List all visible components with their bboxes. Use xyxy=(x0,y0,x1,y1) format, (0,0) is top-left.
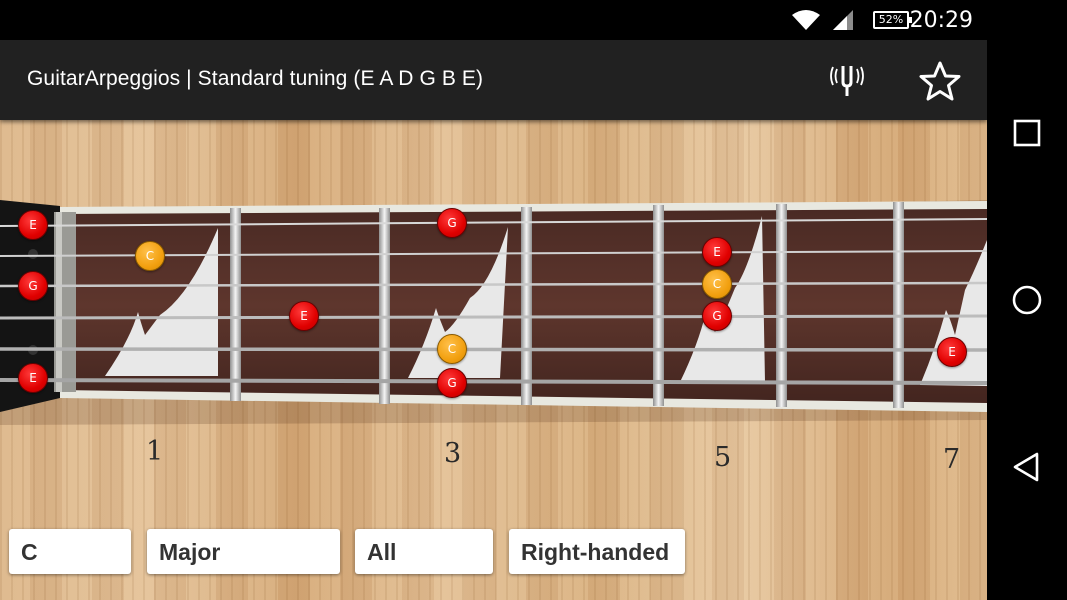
root-note-select[interactable]: C xyxy=(9,529,131,574)
note-marker[interactable]: E xyxy=(18,210,48,240)
note-marker[interactable]: E xyxy=(18,363,48,393)
star-outline-icon[interactable] xyxy=(918,60,962,102)
fret-number-5: 5 xyxy=(714,442,732,473)
guitar-neck xyxy=(0,200,987,425)
cell-signal-icon xyxy=(833,10,853,30)
note-marker[interactable]: E xyxy=(289,301,319,331)
status-bar: 52% 20:29 xyxy=(0,0,987,40)
chord-type-select[interactable]: Major xyxy=(147,529,340,574)
tuning-fork-icon[interactable] xyxy=(826,60,868,102)
note-marker[interactable]: G xyxy=(18,271,48,301)
root-note-marker[interactable]: C xyxy=(437,334,467,364)
page-title: GuitarArpeggios | Standard tuning (E A D… xyxy=(27,67,484,90)
app-bar: GuitarArpeggios | Standard tuning (E A D… xyxy=(0,40,987,120)
navigation-bar xyxy=(987,0,1067,600)
fretboard-area[interactable]: 1 3 5 7 E G E C E G C G E C G E C Major … xyxy=(0,120,987,600)
note-marker[interactable]: E xyxy=(702,237,732,267)
note-marker[interactable]: G xyxy=(437,208,467,238)
note-marker[interactable]: G xyxy=(437,368,467,398)
clock: 20:29 xyxy=(909,8,973,33)
battery-indicator: 52% xyxy=(873,11,912,29)
wifi-icon xyxy=(792,10,820,30)
position-select[interactable]: All xyxy=(355,529,493,574)
square-recents-icon[interactable] xyxy=(1007,113,1047,153)
root-note-marker[interactable]: C xyxy=(702,269,732,299)
fret-number-3: 3 xyxy=(444,438,462,469)
fret-number-7: 7 xyxy=(943,444,961,475)
note-marker[interactable]: E xyxy=(937,337,967,367)
circle-home-icon[interactable] xyxy=(1007,280,1047,320)
note-marker[interactable]: G xyxy=(702,301,732,331)
handedness-select[interactable]: Right-handed xyxy=(509,529,685,574)
root-note-marker[interactable]: C xyxy=(135,241,165,271)
fret-number-1: 1 xyxy=(146,436,164,467)
triangle-back-icon[interactable] xyxy=(1007,447,1047,487)
